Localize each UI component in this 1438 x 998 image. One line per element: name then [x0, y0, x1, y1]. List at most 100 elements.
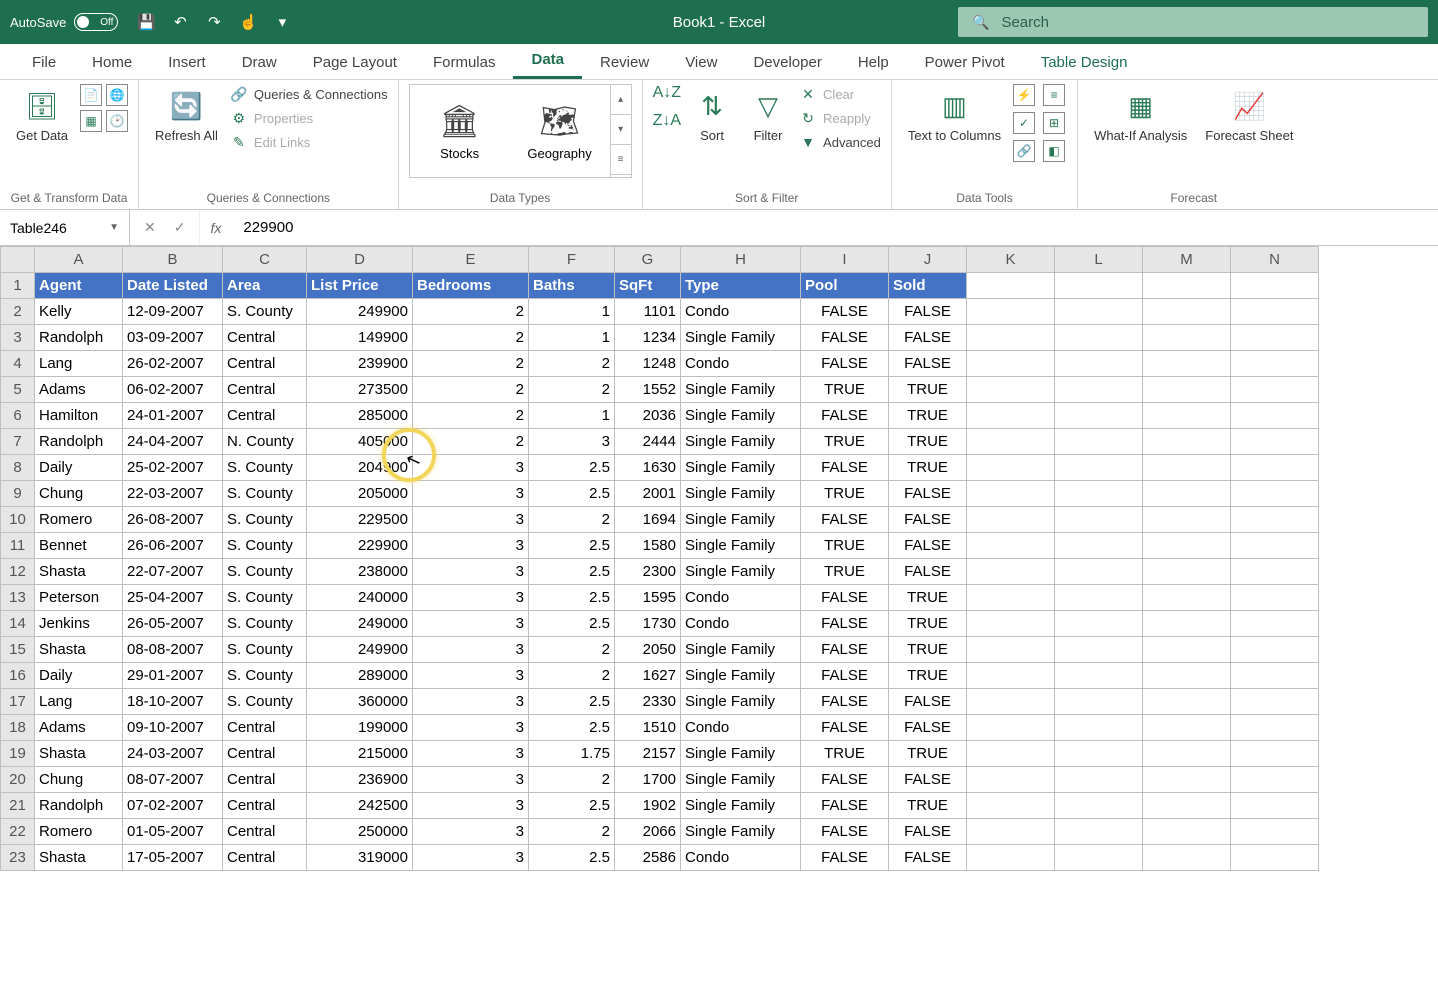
tab-table-design[interactable]: Table Design	[1023, 46, 1146, 79]
get-data-button[interactable]: 🗄 Get Data	[10, 84, 74, 147]
cell[interactable]: 29-01-2007	[123, 663, 223, 689]
cell[interactable]	[1231, 325, 1319, 351]
cell[interactable]: 242500	[307, 793, 413, 819]
cell[interactable]: 3	[413, 533, 529, 559]
cell[interactable]: 2.5	[529, 585, 615, 611]
cell[interactable]: 2	[529, 767, 615, 793]
cell[interactable]	[1055, 715, 1143, 741]
cell[interactable]: 3	[413, 663, 529, 689]
cell[interactable]: FALSE	[801, 507, 889, 533]
cell[interactable]: 26-05-2007	[123, 611, 223, 637]
col-header-G[interactable]: G	[615, 247, 681, 273]
cell[interactable]	[1055, 767, 1143, 793]
cell[interactable]	[1143, 845, 1231, 871]
data-model-icon[interactable]: ◧	[1043, 140, 1065, 162]
cell[interactable]	[1231, 611, 1319, 637]
col-header-J[interactable]: J	[889, 247, 967, 273]
cell[interactable]: S. County	[223, 559, 307, 585]
cell[interactable]: 2.5	[529, 793, 615, 819]
cell[interactable]: 07-02-2007	[123, 793, 223, 819]
tab-developer[interactable]: Developer	[735, 46, 839, 79]
cell[interactable]: Jenkins	[35, 611, 123, 637]
cell[interactable]: 319000	[307, 845, 413, 871]
cell[interactable]: Single Family	[681, 429, 801, 455]
cell[interactable]	[1143, 533, 1231, 559]
cell[interactable]: S. County	[223, 299, 307, 325]
cell[interactable]	[1231, 429, 1319, 455]
cell[interactable]: 273500	[307, 377, 413, 403]
row-header-4[interactable]: 4	[1, 351, 35, 377]
cell[interactable]: 12-09-2007	[123, 299, 223, 325]
cell[interactable]: 1694	[615, 507, 681, 533]
cell[interactable]: 2	[413, 351, 529, 377]
cell[interactable]: FALSE	[801, 715, 889, 741]
cell[interactable]	[1143, 689, 1231, 715]
cell[interactable]: FALSE	[889, 715, 967, 741]
cell[interactable]: 360000	[307, 689, 413, 715]
cell[interactable]	[1231, 507, 1319, 533]
cell[interactable]: FALSE	[889, 689, 967, 715]
cell[interactable]: Condo	[681, 299, 801, 325]
row-header-22[interactable]: 22	[1, 819, 35, 845]
cell[interactable]: Single Family	[681, 559, 801, 585]
cell[interactable]	[1143, 325, 1231, 351]
cell[interactable]: FALSE	[889, 351, 967, 377]
cell[interactable]: S. County	[223, 637, 307, 663]
row-header-19[interactable]: 19	[1, 741, 35, 767]
grid-table[interactable]: ABCDEFGHIJKLMN1AgentDate ListedAreaList …	[0, 246, 1319, 871]
cell[interactable]: Shasta	[35, 637, 123, 663]
autosave-switch[interactable]: Off	[74, 13, 118, 31]
cell[interactable]	[1143, 611, 1231, 637]
table-header-bedrooms[interactable]: Bedrooms	[413, 273, 529, 299]
cell[interactable]	[1055, 377, 1143, 403]
cell[interactable]	[1143, 351, 1231, 377]
cell[interactable]	[1055, 637, 1143, 663]
cell[interactable]	[967, 793, 1055, 819]
col-header-B[interactable]: B	[123, 247, 223, 273]
cell[interactable]: FALSE	[801, 793, 889, 819]
touch-mode-icon[interactable]: ☝	[238, 12, 258, 32]
cell[interactable]: 2036	[615, 403, 681, 429]
cell[interactable]: 250000	[307, 819, 413, 845]
cell[interactable]	[1231, 663, 1319, 689]
from-table-icon[interactable]: ▦	[80, 110, 102, 132]
cell[interactable]: 289000	[307, 663, 413, 689]
cell[interactable]: FALSE	[801, 637, 889, 663]
cell[interactable]: N. County	[223, 429, 307, 455]
table-header-type[interactable]: Type	[681, 273, 801, 299]
name-box[interactable]: Table246 ▼	[0, 210, 130, 245]
cell[interactable]: Condo	[681, 611, 801, 637]
cell[interactable]: TRUE	[889, 741, 967, 767]
cell[interactable]: S. County	[223, 481, 307, 507]
cell[interactable]: FALSE	[801, 767, 889, 793]
queries-connections-button[interactable]: 🔗Queries & Connections	[230, 84, 388, 104]
undo-icon[interactable]: ↶	[170, 12, 190, 32]
cell[interactable]: 3	[413, 611, 529, 637]
table-header-baths[interactable]: Baths	[529, 273, 615, 299]
cell[interactable]	[1143, 637, 1231, 663]
cell[interactable]: FALSE	[889, 845, 967, 871]
row-header-1[interactable]: 1	[1, 273, 35, 299]
cell[interactable]: FALSE	[801, 819, 889, 845]
cell[interactable]: Single Family	[681, 819, 801, 845]
cell[interactable]: 239900	[307, 351, 413, 377]
cell[interactable]	[967, 689, 1055, 715]
fx-icon[interactable]: fx	[200, 220, 231, 236]
cell[interactable]	[1231, 351, 1319, 377]
tab-file[interactable]: File	[14, 46, 74, 79]
cell[interactable]: 2.5	[529, 481, 615, 507]
cell[interactable]: FALSE	[889, 819, 967, 845]
cell[interactable]	[1231, 533, 1319, 559]
cell[interactable]: 2	[529, 507, 615, 533]
row-header-20[interactable]: 20	[1, 767, 35, 793]
cell[interactable]	[967, 377, 1055, 403]
cell[interactable]: Adams	[35, 715, 123, 741]
cell[interactable]	[1231, 793, 1319, 819]
cell[interactable]: TRUE	[889, 637, 967, 663]
cell[interactable]	[967, 819, 1055, 845]
cell[interactable]: 1234	[615, 325, 681, 351]
cell[interactable]: Single Family	[681, 455, 801, 481]
tab-insert[interactable]: Insert	[150, 46, 224, 79]
cell[interactable]: TRUE	[801, 741, 889, 767]
row-header-11[interactable]: 11	[1, 533, 35, 559]
